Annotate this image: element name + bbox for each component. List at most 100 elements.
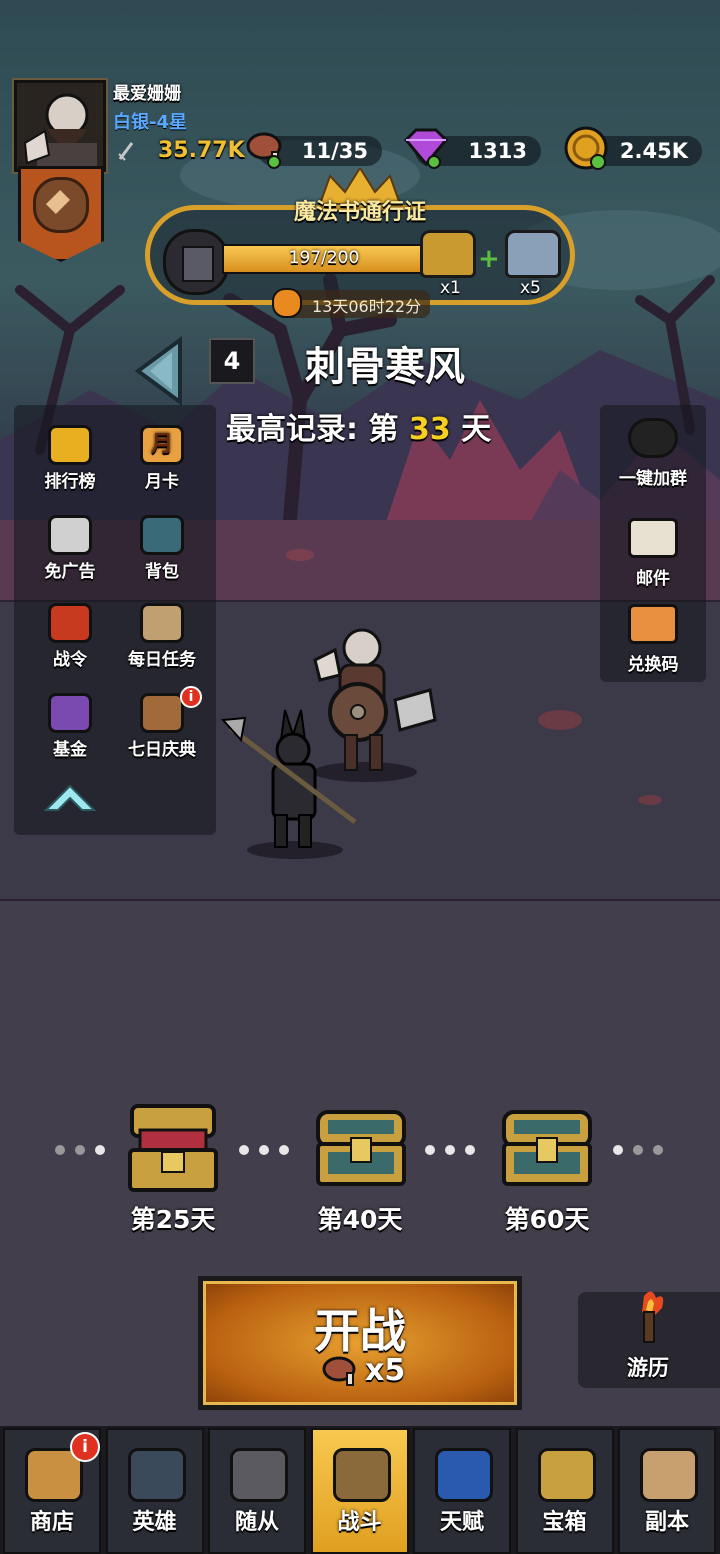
- meat-icon: [244, 128, 284, 174]
- treasure-chest-icon: [537, 1448, 596, 1502]
- gold-value: 2.45K: [619, 139, 688, 163]
- player-rank: 白银-4星: [113, 112, 187, 133]
- stamina-value: 11/35: [301, 139, 368, 163]
- talent-shield-icon: [435, 1448, 493, 1502]
- left-menu-item[interactable]: 基金: [28, 693, 112, 763]
- left-menu-item[interactable]: 每日任务: [120, 603, 204, 673]
- record-suffix: 天: [461, 412, 492, 447]
- shop-notification-badge-icon: i: [70, 1432, 100, 1462]
- milestone-dots-3: [420, 1140, 480, 1159]
- pass-title: 魔法书通行证: [293, 200, 426, 225]
- milestone-dots-4: [608, 1140, 668, 1159]
- tab-treasure-chest[interactable]: 宝箱: [515, 1428, 614, 1554]
- month-card-icon: 月: [140, 425, 184, 465]
- gem-value: 1313: [468, 139, 527, 163]
- left-menu-item[interactable]: 免广告: [28, 515, 112, 585]
- tab-hero-helmet[interactable]: 英雄: [105, 1428, 204, 1554]
- left-menu-label: 每日任务: [128, 650, 196, 670]
- stage-name: 刺骨寒风: [305, 344, 465, 390]
- pass-book-icon: [163, 229, 229, 295]
- milestone-chest-25-icon[interactable]: [126, 1100, 220, 1200]
- battle-swords-icon: [332, 1448, 391, 1502]
- tab-follower[interactable]: 随从: [208, 1428, 306, 1554]
- mail-icon: [628, 518, 678, 558]
- hero-helmet-icon: [127, 1448, 186, 1502]
- record-day: 33: [408, 412, 451, 447]
- start-battle-button[interactable]: 开战 x5: [198, 1276, 522, 1410]
- left-menu-label: 七日庆典: [128, 740, 196, 760]
- dungeon-scroll-icon: [640, 1448, 698, 1502]
- milestone-chest-40-icon[interactable]: [314, 1108, 408, 1192]
- notification-badge-icon: i: [180, 686, 202, 708]
- battle-order-icon: [48, 603, 92, 643]
- daily-task-icon: [140, 603, 184, 643]
- tab-label: 英雄: [132, 1510, 177, 1535]
- stage-number: 4: [223, 347, 241, 375]
- prev-stage-arrow-icon[interactable]: [132, 336, 184, 410]
- left-menu-item[interactable]: 背包: [120, 515, 204, 585]
- collapse-menu-icon[interactable]: [42, 780, 98, 820]
- gold-coin-icon: [562, 124, 612, 178]
- sword-icon: [117, 140, 135, 161]
- left-menu-label: 基金: [53, 740, 87, 760]
- milestone-label: 第25天: [130, 1205, 216, 1234]
- tab-label: 随从: [234, 1510, 279, 1535]
- right-menu-label: 一键加群: [619, 469, 687, 489]
- pass-progress-text: 197/200: [288, 248, 360, 268]
- reward1-count: x1: [440, 278, 461, 298]
- battle-cost: x5: [365, 1353, 406, 1388]
- left-menu-label: 免广告: [44, 562, 96, 582]
- left-menu-item[interactable]: 战令: [28, 603, 112, 673]
- compass-icon: [33, 177, 89, 233]
- tab-label: 天赋: [439, 1510, 484, 1535]
- fund-bag-icon: [48, 693, 92, 733]
- torch-icon: [622, 1286, 676, 1350]
- left-menu-item[interactable]: 月月卡: [120, 425, 204, 495]
- player-portrait-icon: [17, 83, 103, 169]
- hero-demon-sprite: [220, 709, 357, 859]
- plus-icon: +: [478, 244, 500, 274]
- reward2-count: x5: [520, 278, 541, 298]
- left-menu-label: 背包: [145, 562, 179, 582]
- pass-reward-gold-chest-icon[interactable]: [420, 230, 476, 278]
- pass-timer: 13天06时22分: [312, 297, 422, 316]
- pass-reward-silver-chest-icon[interactable]: [505, 230, 561, 278]
- pass-progress-track: 197/200: [222, 244, 426, 274]
- tab-battle-swords[interactable]: 战斗: [310, 1428, 409, 1554]
- milestone-chest-60-icon[interactable]: [500, 1108, 594, 1192]
- right-menu-item[interactable]: 邮件: [606, 518, 700, 589]
- seven-day-chest-icon: [140, 693, 184, 733]
- stopwatch-icon: [272, 288, 302, 318]
- follower-icon: [230, 1448, 288, 1502]
- ticket-icon: [628, 604, 678, 644]
- milestone-label: 第40天: [317, 1205, 403, 1234]
- battle-label: 开战: [314, 1304, 406, 1358]
- milestone-dots-1: [50, 1140, 110, 1159]
- tab-label: 宝箱: [542, 1510, 587, 1535]
- tab-label: 商店: [29, 1510, 74, 1535]
- player-name: 最爱姗姗: [113, 84, 181, 104]
- backpack-icon: [140, 515, 184, 555]
- power-value: 35.77K: [158, 138, 245, 163]
- left-menu-item[interactable]: 排行榜: [28, 425, 112, 495]
- tab-dungeon-scroll[interactable]: 副本: [618, 1428, 716, 1554]
- tab-talent-shield[interactable]: 天赋: [413, 1428, 511, 1554]
- best-record: 最高记录: 第 33 天: [226, 404, 491, 448]
- right-menu-label: 兑换码: [627, 655, 679, 675]
- travel-button[interactable]: 游历: [578, 1291, 720, 1388]
- trophy-icon: [48, 425, 92, 465]
- qq-penguin-icon: [628, 418, 678, 458]
- right-menu-item[interactable]: 一键加群: [606, 418, 700, 489]
- milestone-label: 第60天: [504, 1205, 590, 1234]
- left-menu-label: 排行榜: [44, 472, 96, 492]
- right-menu-item[interactable]: 兑换码: [606, 604, 700, 675]
- meat-cost-icon: [321, 1353, 361, 1393]
- player-avatar[interactable]: [14, 80, 106, 172]
- tab-label: 战斗: [337, 1510, 382, 1535]
- record-prefix: 最高记录: 第: [226, 412, 399, 447]
- stage-number-box: 4: [209, 338, 255, 384]
- left-menu-label: 战令: [53, 650, 87, 670]
- gem-icon: [400, 126, 452, 174]
- right-menu-label: 邮件: [636, 569, 670, 589]
- milestone-dots-2: [234, 1140, 294, 1159]
